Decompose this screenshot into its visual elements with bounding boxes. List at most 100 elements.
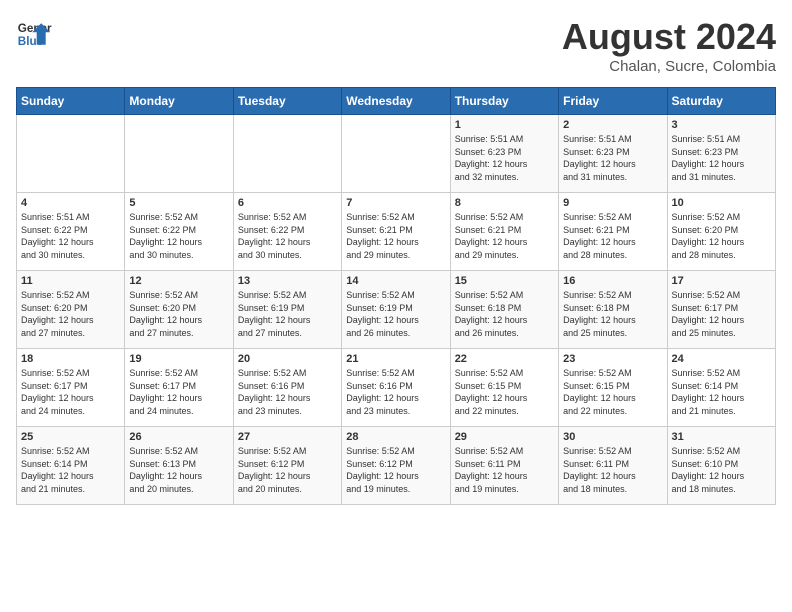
calendar-week-row: 11 Sunrise: 5:52 AM Sunset: 6:20 PM Dayli… xyxy=(17,271,776,349)
calendar-cell: 20Sunrise: 5:52 AM Sunset: 6:16 PM Dayli… xyxy=(233,349,341,427)
cell-content: Sunrise: 5:52 AM Sunset: 6:17 PM Dayligh… xyxy=(672,289,771,339)
calendar-cell xyxy=(17,115,125,193)
logo: General Blue xyxy=(16,16,56,52)
weekday-header: Saturday xyxy=(667,88,775,115)
day-number: 9 xyxy=(563,197,662,209)
calendar-week-row: 4 Sunrise: 5:51 AM Sunset: 6:22 PM Daylig… xyxy=(17,193,776,271)
calendar-cell: 11 Sunrise: 5:52 AM Sunset: 6:20 PM Dayli… xyxy=(17,271,125,349)
cell-content: Sunrise: 5:52 AM Sunset: 6:21 PM Dayligh… xyxy=(455,211,554,261)
calendar-cell: 18Sunrise: 5:52 AM Sunset: 6:17 PM Dayli… xyxy=(17,349,125,427)
day-number: 21 xyxy=(346,353,445,365)
cell-content: Sunrise: 5:52 AM Sunset: 6:10 PM Dayligh… xyxy=(672,445,771,495)
calendar-cell: 2 Sunrise: 5:51 AM Sunset: 6:23 PM Daylig… xyxy=(559,115,667,193)
day-number: 14 xyxy=(346,275,445,287)
weekday-header: Tuesday xyxy=(233,88,341,115)
calendar-cell: 4 Sunrise: 5:51 AM Sunset: 6:22 PM Daylig… xyxy=(17,193,125,271)
calendar-cell: 26Sunrise: 5:52 AM Sunset: 6:13 PM Dayli… xyxy=(125,427,233,505)
calendar-cell: 25Sunrise: 5:52 AM Sunset: 6:14 PM Dayli… xyxy=(17,427,125,505)
day-number: 27 xyxy=(238,431,337,443)
cell-content: Sunrise: 5:51 AM Sunset: 6:23 PM Dayligh… xyxy=(563,133,662,183)
calendar-cell: 29 Sunrise: 5:52 AM Sunset: 6:11 PM Dayli… xyxy=(450,427,558,505)
cell-content: Sunrise: 5:51 AM Sunset: 6:22 PM Dayligh… xyxy=(21,211,120,261)
weekday-header: Friday xyxy=(559,88,667,115)
cell-content: Sunrise: 5:52 AM Sunset: 6:15 PM Dayligh… xyxy=(563,367,662,417)
cell-content: Sunrise: 5:52 AM Sunset: 6:11 PM Dayligh… xyxy=(455,445,554,495)
calendar-cell: 5Sunrise: 5:52 AM Sunset: 6:22 PM Daylig… xyxy=(125,193,233,271)
month-title: August 2024 xyxy=(562,16,776,58)
calendar-table: SundayMondayTuesdayWednesdayThursdayFrid… xyxy=(16,87,776,505)
svg-text:General: General xyxy=(18,22,52,35)
day-number: 8 xyxy=(455,197,554,209)
day-number: 7 xyxy=(346,197,445,209)
calendar-cell: 8 Sunrise: 5:52 AM Sunset: 6:21 PM Daylig… xyxy=(450,193,558,271)
calendar-cell: 31 Sunrise: 5:52 AM Sunset: 6:10 PM Dayli… xyxy=(667,427,775,505)
day-number: 31 xyxy=(672,431,771,443)
location-title: Chalan, Sucre, Colombia xyxy=(562,58,776,75)
cell-content: Sunrise: 5:52 AM Sunset: 6:17 PM Dayligh… xyxy=(129,367,228,417)
calendar-cell: 14Sunrise: 5:52 AM Sunset: 6:19 PM Dayli… xyxy=(342,271,450,349)
weekday-header: Monday xyxy=(125,88,233,115)
day-number: 5 xyxy=(129,197,228,209)
cell-content: Sunrise: 5:52 AM Sunset: 6:21 PM Dayligh… xyxy=(563,211,662,261)
page-header: General Blue August 2024 Chalan, Sucre, … xyxy=(16,16,776,75)
day-number: 6 xyxy=(238,197,337,209)
weekday-header: Sunday xyxy=(17,88,125,115)
day-number: 22 xyxy=(455,353,554,365)
day-number: 28 xyxy=(346,431,445,443)
calendar-cell: 27 Sunrise: 5:52 AM Sunset: 6:12 PM Dayli… xyxy=(233,427,341,505)
day-number: 2 xyxy=(563,119,662,131)
calendar-body: 1 Sunrise: 5:51 AM Sunset: 6:23 PM Daylig… xyxy=(17,115,776,505)
day-number: 17 xyxy=(672,275,771,287)
weekday-header: Wednesday xyxy=(342,88,450,115)
calendar-cell xyxy=(125,115,233,193)
day-number: 11 xyxy=(21,275,120,287)
title-block: August 2024 Chalan, Sucre, Colombia xyxy=(562,16,776,75)
day-number: 16 xyxy=(563,275,662,287)
day-number: 10 xyxy=(672,197,771,209)
day-number: 26 xyxy=(129,431,228,443)
calendar-header: SundayMondayTuesdayWednesdayThursdayFrid… xyxy=(17,88,776,115)
day-number: 29 xyxy=(455,431,554,443)
calendar-cell: 15 Sunrise: 5:52 AM Sunset: 6:18 PM Dayli… xyxy=(450,271,558,349)
calendar-week-row: 25Sunrise: 5:52 AM Sunset: 6:14 PM Dayli… xyxy=(17,427,776,505)
cell-content: Sunrise: 5:52 AM Sunset: 6:18 PM Dayligh… xyxy=(563,289,662,339)
cell-content: Sunrise: 5:52 AM Sunset: 6:15 PM Dayligh… xyxy=(455,367,554,417)
day-number: 12 xyxy=(129,275,228,287)
cell-content: Sunrise: 5:52 AM Sunset: 6:12 PM Dayligh… xyxy=(238,445,337,495)
calendar-cell: 12Sunrise: 5:52 AM Sunset: 6:20 PM Dayli… xyxy=(125,271,233,349)
calendar-cell: 28Sunrise: 5:52 AM Sunset: 6:12 PM Dayli… xyxy=(342,427,450,505)
calendar-cell: 19 Sunrise: 5:52 AM Sunset: 6:17 PM Dayli… xyxy=(125,349,233,427)
calendar-cell xyxy=(342,115,450,193)
calendar-cell: 7 Sunrise: 5:52 AM Sunset: 6:21 PM Daylig… xyxy=(342,193,450,271)
calendar-cell: 6Sunrise: 5:52 AM Sunset: 6:22 PM Daylig… xyxy=(233,193,341,271)
cell-content: Sunrise: 5:52 AM Sunset: 6:20 PM Dayligh… xyxy=(672,211,771,261)
day-number: 4 xyxy=(21,197,120,209)
calendar-cell: 1 Sunrise: 5:51 AM Sunset: 6:23 PM Daylig… xyxy=(450,115,558,193)
calendar-week-row: 1 Sunrise: 5:51 AM Sunset: 6:23 PM Daylig… xyxy=(17,115,776,193)
cell-content: Sunrise: 5:51 AM Sunset: 6:23 PM Dayligh… xyxy=(455,133,554,183)
cell-content: Sunrise: 5:52 AM Sunset: 6:16 PM Dayligh… xyxy=(346,367,445,417)
day-number: 30 xyxy=(563,431,662,443)
day-number: 24 xyxy=(672,353,771,365)
calendar-cell: 24 Sunrise: 5:52 AM Sunset: 6:14 PM Dayli… xyxy=(667,349,775,427)
cell-content: Sunrise: 5:51 AM Sunset: 6:23 PM Dayligh… xyxy=(672,133,771,183)
day-number: 15 xyxy=(455,275,554,287)
day-number: 23 xyxy=(563,353,662,365)
calendar-cell: 13 Sunrise: 5:52 AM Sunset: 6:19 PM Dayli… xyxy=(233,271,341,349)
cell-content: Sunrise: 5:52 AM Sunset: 6:18 PM Dayligh… xyxy=(455,289,554,339)
day-number: 18 xyxy=(21,353,120,365)
cell-content: Sunrise: 5:52 AM Sunset: 6:20 PM Dayligh… xyxy=(21,289,120,339)
cell-content: Sunrise: 5:52 AM Sunset: 6:14 PM Dayligh… xyxy=(21,445,120,495)
day-number: 13 xyxy=(238,275,337,287)
calendar-cell: 10 Sunrise: 5:52 AM Sunset: 6:20 PM Dayli… xyxy=(667,193,775,271)
day-number: 1 xyxy=(455,119,554,131)
calendar-cell: 22 Sunrise: 5:52 AM Sunset: 6:15 PM Dayli… xyxy=(450,349,558,427)
calendar-cell: 30Sunrise: 5:52 AM Sunset: 6:11 PM Dayli… xyxy=(559,427,667,505)
day-number: 19 xyxy=(129,353,228,365)
cell-content: Sunrise: 5:52 AM Sunset: 6:19 PM Dayligh… xyxy=(238,289,337,339)
logo-icon: General Blue xyxy=(16,16,52,52)
cell-content: Sunrise: 5:52 AM Sunset: 6:21 PM Dayligh… xyxy=(346,211,445,261)
cell-content: Sunrise: 5:52 AM Sunset: 6:14 PM Dayligh… xyxy=(672,367,771,417)
cell-content: Sunrise: 5:52 AM Sunset: 6:16 PM Dayligh… xyxy=(238,367,337,417)
calendar-cell: 17 Sunrise: 5:52 AM Sunset: 6:17 PM Dayli… xyxy=(667,271,775,349)
